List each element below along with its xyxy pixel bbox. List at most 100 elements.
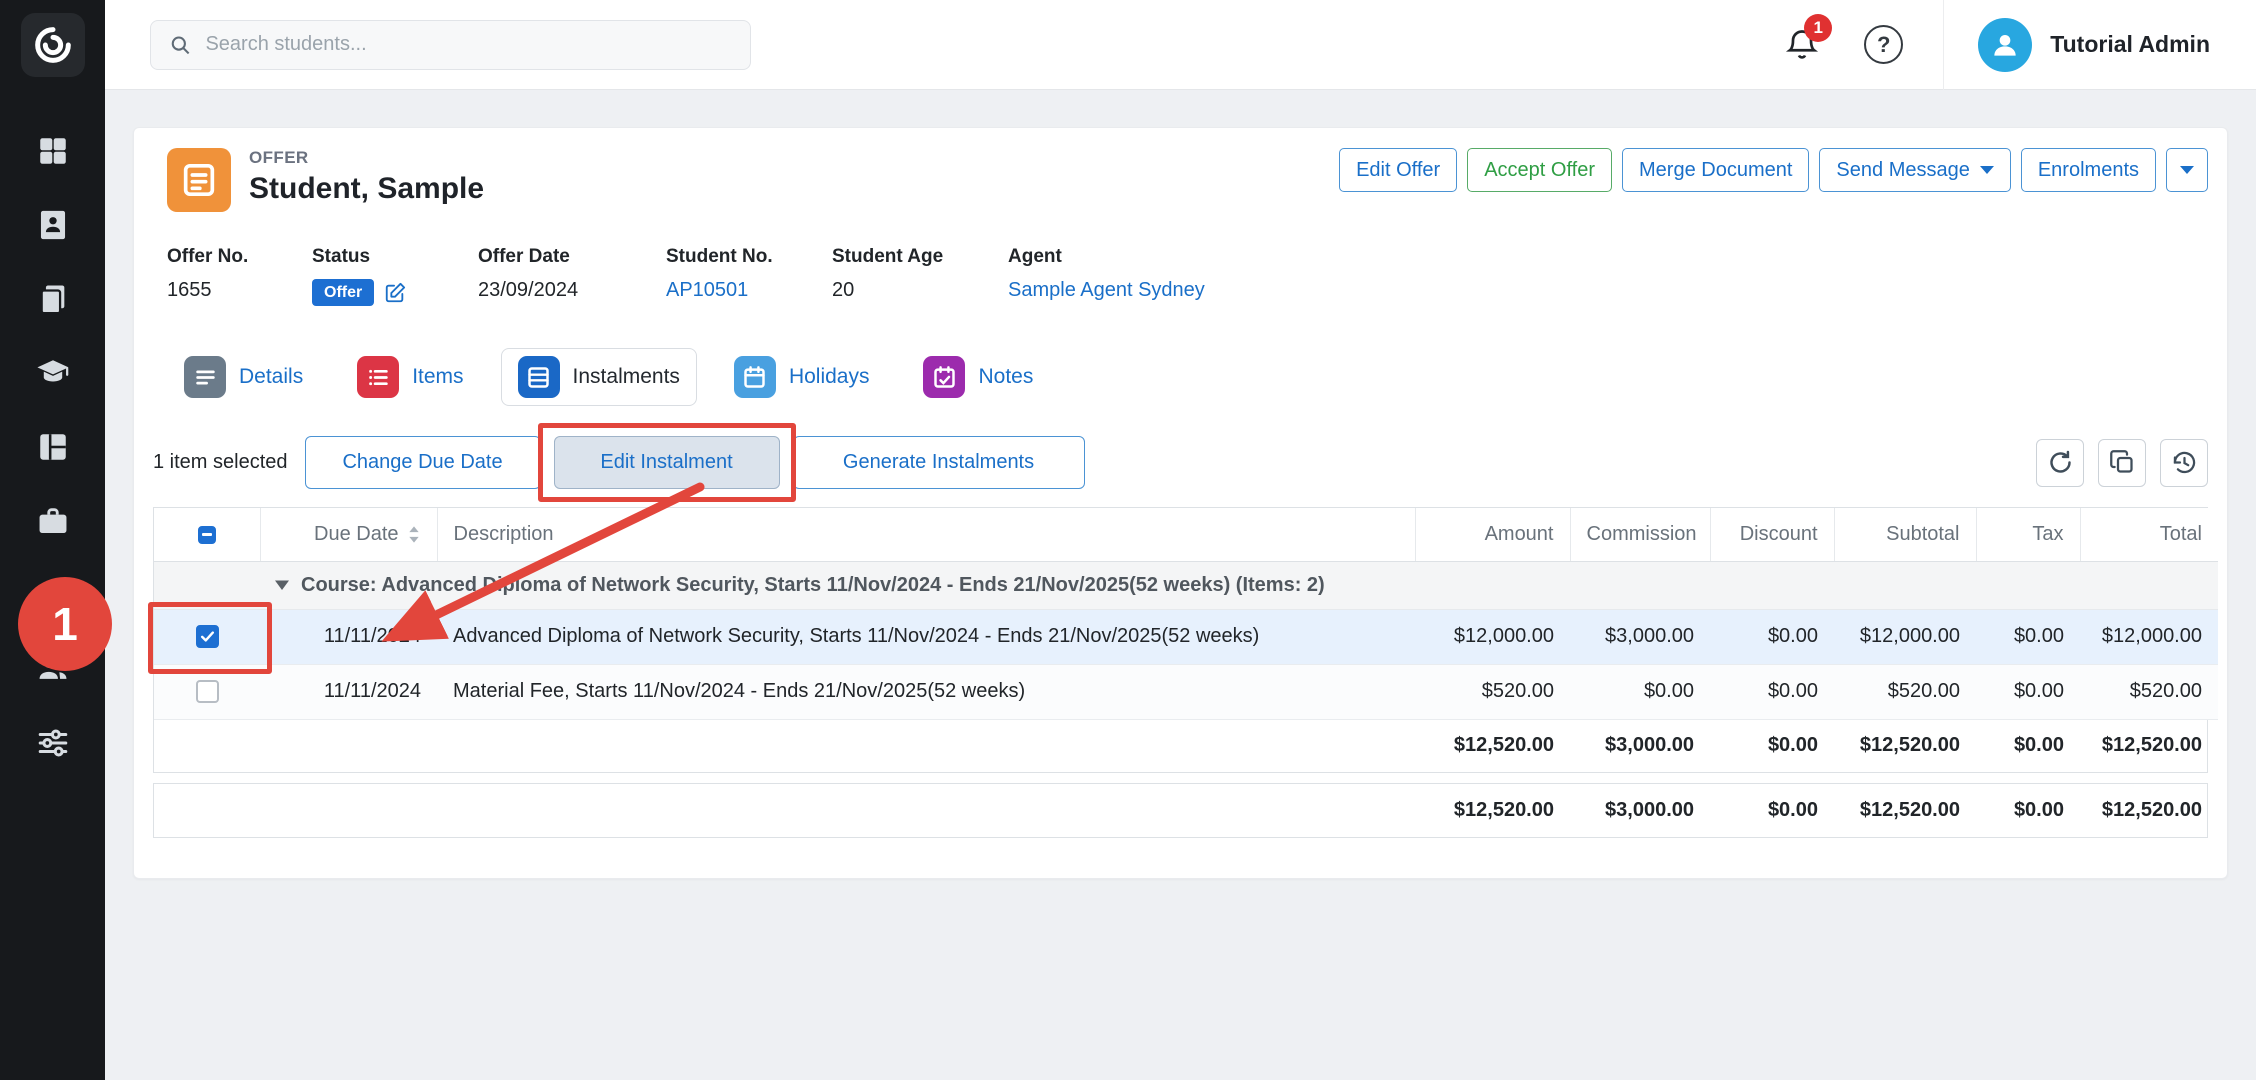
selection-count: 1 item selected bbox=[153, 451, 288, 474]
course-group-label: Course: Advanced Diploma of Network Secu… bbox=[301, 574, 1325, 597]
search-input[interactable] bbox=[205, 33, 732, 56]
student-no-link[interactable]: AP10501 bbox=[666, 279, 748, 302]
student-age-block: Student Age 20 bbox=[832, 246, 1008, 306]
offer-date-value: 23/09/2024 bbox=[478, 279, 666, 302]
change-due-date-button[interactable]: Change Due Date bbox=[305, 436, 541, 489]
help-button[interactable]: ? bbox=[1864, 25, 1903, 64]
documents-icon bbox=[36, 282, 70, 316]
help-icon: ? bbox=[1877, 32, 1890, 58]
sidebar-item-contacts[interactable] bbox=[0, 188, 105, 262]
agent-link[interactable]: Sample Agent Sydney bbox=[1008, 279, 1205, 302]
merge-document-button[interactable]: Merge Document bbox=[1622, 148, 1809, 192]
subtotal-header: Subtotal bbox=[1834, 508, 1976, 561]
agent-block: Agent Sample Agent Sydney bbox=[1008, 246, 1205, 306]
notes-tab-icon bbox=[923, 356, 965, 398]
course-group-row[interactable]: Course: Advanced Diploma of Network Secu… bbox=[154, 561, 2218, 609]
edit-instalment-button[interactable]: Edit Instalment bbox=[554, 436, 780, 489]
notification-badge: 1 bbox=[1804, 14, 1832, 42]
table-row[interactable]: 11/11/2024 Material Fee, Starts 11/Nov/2… bbox=[154, 664, 2218, 719]
offer-no-block: Offer No. 1655 bbox=[167, 246, 312, 306]
send-message-button[interactable]: Send Message bbox=[1819, 148, 2010, 192]
offer-card: OFFER Student, Sample Edit Offer Accept … bbox=[133, 127, 2228, 879]
chevron-down-icon bbox=[1980, 166, 1994, 174]
copy-button[interactable] bbox=[2098, 439, 2146, 487]
users-icon bbox=[36, 652, 70, 686]
collapse-caret-icon[interactable] bbox=[274, 579, 290, 591]
tax-header: Tax bbox=[1976, 508, 2080, 561]
briefcase-icon bbox=[36, 504, 70, 538]
settings-icon bbox=[36, 726, 70, 760]
sidebar-item-reports[interactable] bbox=[0, 558, 105, 632]
edit-offer-button[interactable]: Edit Offer bbox=[1339, 148, 1457, 192]
student-age-value: 20 bbox=[832, 279, 1008, 302]
app-logo[interactable] bbox=[0, 0, 105, 90]
grand-total-row: $12,520.00 $3,000.00 $0.00 $12,520.00 $0… bbox=[154, 784, 2218, 837]
description-header: Description bbox=[437, 508, 1415, 561]
row-checkbox[interactable] bbox=[196, 680, 219, 703]
notifications-button[interactable]: 1 bbox=[1784, 27, 1820, 63]
topbar-divider bbox=[1943, 0, 1944, 90]
sidebar-item-documents[interactable] bbox=[0, 262, 105, 336]
sidebar-item-users[interactable] bbox=[0, 632, 105, 706]
accept-offer-button[interactable]: Accept Offer bbox=[1467, 148, 1612, 192]
group-subtotal-row: $12,520.00 $3,000.00 $0.00 $12,520.00 $0… bbox=[154, 719, 2218, 772]
search-icon bbox=[169, 33, 191, 57]
instalments-table: Due Date Description Amount Commission D… bbox=[153, 507, 2208, 773]
tab-notes[interactable]: Notes bbox=[906, 348, 1050, 406]
user-avatar-icon bbox=[1989, 29, 2021, 61]
sidebar-item-boards[interactable] bbox=[0, 410, 105, 484]
sidebar-item-dashboard[interactable] bbox=[0, 114, 105, 188]
boards-icon bbox=[36, 430, 70, 464]
sidebar bbox=[0, 0, 105, 1080]
topbar-right: 1 ? Tutorial Admin bbox=[1784, 0, 2256, 89]
enrolments-button[interactable]: Enrolments bbox=[2021, 148, 2156, 192]
offer-no-value: 1655 bbox=[167, 279, 312, 302]
offer-info-row: Offer No. 1655 Status Offer Offer Date 2… bbox=[167, 246, 2208, 306]
user-menu[interactable]: Tutorial Admin bbox=[1978, 18, 2256, 72]
instalments-toolbar: 1 item selected Change Due Date Edit Ins… bbox=[153, 436, 2208, 489]
status-block: Status Offer bbox=[312, 246, 478, 306]
total-header: Total bbox=[2080, 508, 2218, 561]
table-row[interactable]: 11/11/2024 Advanced Diploma of Network S… bbox=[154, 609, 2218, 664]
edit-status-icon[interactable] bbox=[384, 282, 406, 304]
tab-items[interactable]: Items bbox=[340, 348, 480, 406]
select-all-checkbox[interactable] bbox=[198, 526, 216, 544]
sidebar-item-courses[interactable] bbox=[0, 336, 105, 410]
table-header-row: Due Date Description Amount Commission D… bbox=[154, 508, 2218, 561]
history-button[interactable] bbox=[2160, 439, 2208, 487]
chevron-down-icon bbox=[2180, 166, 2194, 174]
row-checkbox[interactable] bbox=[196, 625, 219, 648]
refresh-button[interactable] bbox=[2036, 439, 2084, 487]
holidays-tab-icon bbox=[734, 356, 776, 398]
refresh-icon bbox=[2047, 449, 2074, 476]
sidebar-item-employers[interactable] bbox=[0, 484, 105, 558]
tab-instalments[interactable]: Instalments bbox=[501, 348, 697, 406]
offer-type-label: OFFER bbox=[249, 148, 484, 168]
status-badge: Offer bbox=[312, 279, 374, 306]
generate-instalments-button[interactable]: Generate Instalments bbox=[793, 436, 1085, 489]
offer-date-block: Offer Date 23/09/2024 bbox=[478, 246, 666, 306]
student-search[interactable] bbox=[150, 20, 751, 70]
topbar: 1 ? Tutorial Admin bbox=[105, 0, 2256, 90]
commission-header: Commission bbox=[1570, 508, 1710, 561]
offer-titles: OFFER Student, Sample bbox=[249, 148, 484, 206]
discount-header: Discount bbox=[1710, 508, 1834, 561]
tab-details[interactable]: Details bbox=[167, 348, 320, 406]
avatar bbox=[1978, 18, 2032, 72]
amount-header: Amount bbox=[1415, 508, 1570, 561]
history-icon bbox=[2171, 449, 2198, 476]
reports-icon bbox=[36, 578, 70, 612]
offer-tabs: Details Items Instalments Holidays Notes bbox=[167, 348, 2208, 406]
due-date-header[interactable]: Due Date bbox=[260, 508, 437, 561]
offer-header: OFFER Student, Sample Edit Offer Accept … bbox=[167, 148, 2208, 212]
offer-type-icon bbox=[167, 148, 231, 212]
user-name: Tutorial Admin bbox=[2050, 31, 2210, 58]
grand-total-section: $12,520.00 $3,000.00 $0.00 $12,520.00 $0… bbox=[153, 783, 2208, 838]
dashboard-icon bbox=[36, 134, 70, 168]
tab-holidays[interactable]: Holidays bbox=[717, 348, 887, 406]
courses-icon bbox=[36, 356, 70, 390]
contacts-icon bbox=[36, 208, 70, 242]
more-actions-button[interactable] bbox=[2166, 148, 2208, 192]
main-content: OFFER Student, Sample Edit Offer Accept … bbox=[105, 90, 2256, 1080]
sidebar-item-settings[interactable] bbox=[0, 706, 105, 780]
